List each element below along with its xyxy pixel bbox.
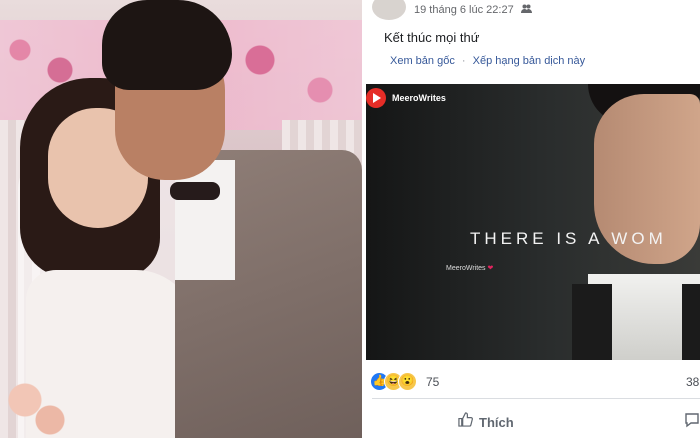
post-meta: 19 tháng 6 lúc 22:27	[414, 4, 532, 16]
reaction-count[interactable]: 75	[426, 375, 439, 389]
translation-bar: Xem bản gốc · Xếp hạng bản dịch này	[390, 55, 585, 67]
wow-reaction-icon: 😮	[398, 372, 417, 391]
comment-icon[interactable]	[684, 412, 700, 428]
divider	[372, 398, 700, 399]
video-overlay-text: THERE IS A WOM	[470, 229, 667, 248]
watermark-text: MeeroWrites	[446, 265, 486, 272]
wedding-photo	[0, 0, 362, 438]
post-timestamp[interactable]: 19 tháng 6 lúc 22:27	[414, 4, 514, 16]
post-caption: Kết thúc mọi thứ	[384, 30, 480, 45]
see-original-link[interactable]: Xem bản gốc	[390, 55, 455, 67]
separator-dot: ·	[461, 55, 466, 67]
heart-icon: ❤	[487, 265, 494, 272]
facebook-post: 19 tháng 6 lúc 22:27 Kết thúc mọi thứ Xe…	[366, 0, 700, 438]
groom-bowtie	[170, 182, 220, 200]
like-button[interactable]: Thích	[458, 412, 514, 430]
like-label: Thích	[479, 415, 514, 430]
video-player[interactable]: MeeroWrites THERE IS A WOM MeeroWrites ❤	[366, 84, 700, 360]
actor-coat-right	[682, 284, 700, 360]
groom-hair	[102, 0, 232, 90]
avatar[interactable]	[372, 0, 406, 20]
youtube-logo-icon[interactable]	[366, 88, 386, 108]
friends-icon[interactable]	[520, 4, 532, 16]
actor-coat	[572, 284, 612, 360]
video-watermark: MeeroWrites ❤	[446, 264, 493, 272]
comment-count[interactable]: 38	[686, 375, 699, 389]
channel-name[interactable]: MeeroWrites	[392, 93, 446, 103]
thumbs-up-icon	[458, 412, 473, 430]
rate-translation-link[interactable]: Xếp hạng bản dịch này	[473, 55, 586, 67]
bouquet	[0, 370, 70, 438]
